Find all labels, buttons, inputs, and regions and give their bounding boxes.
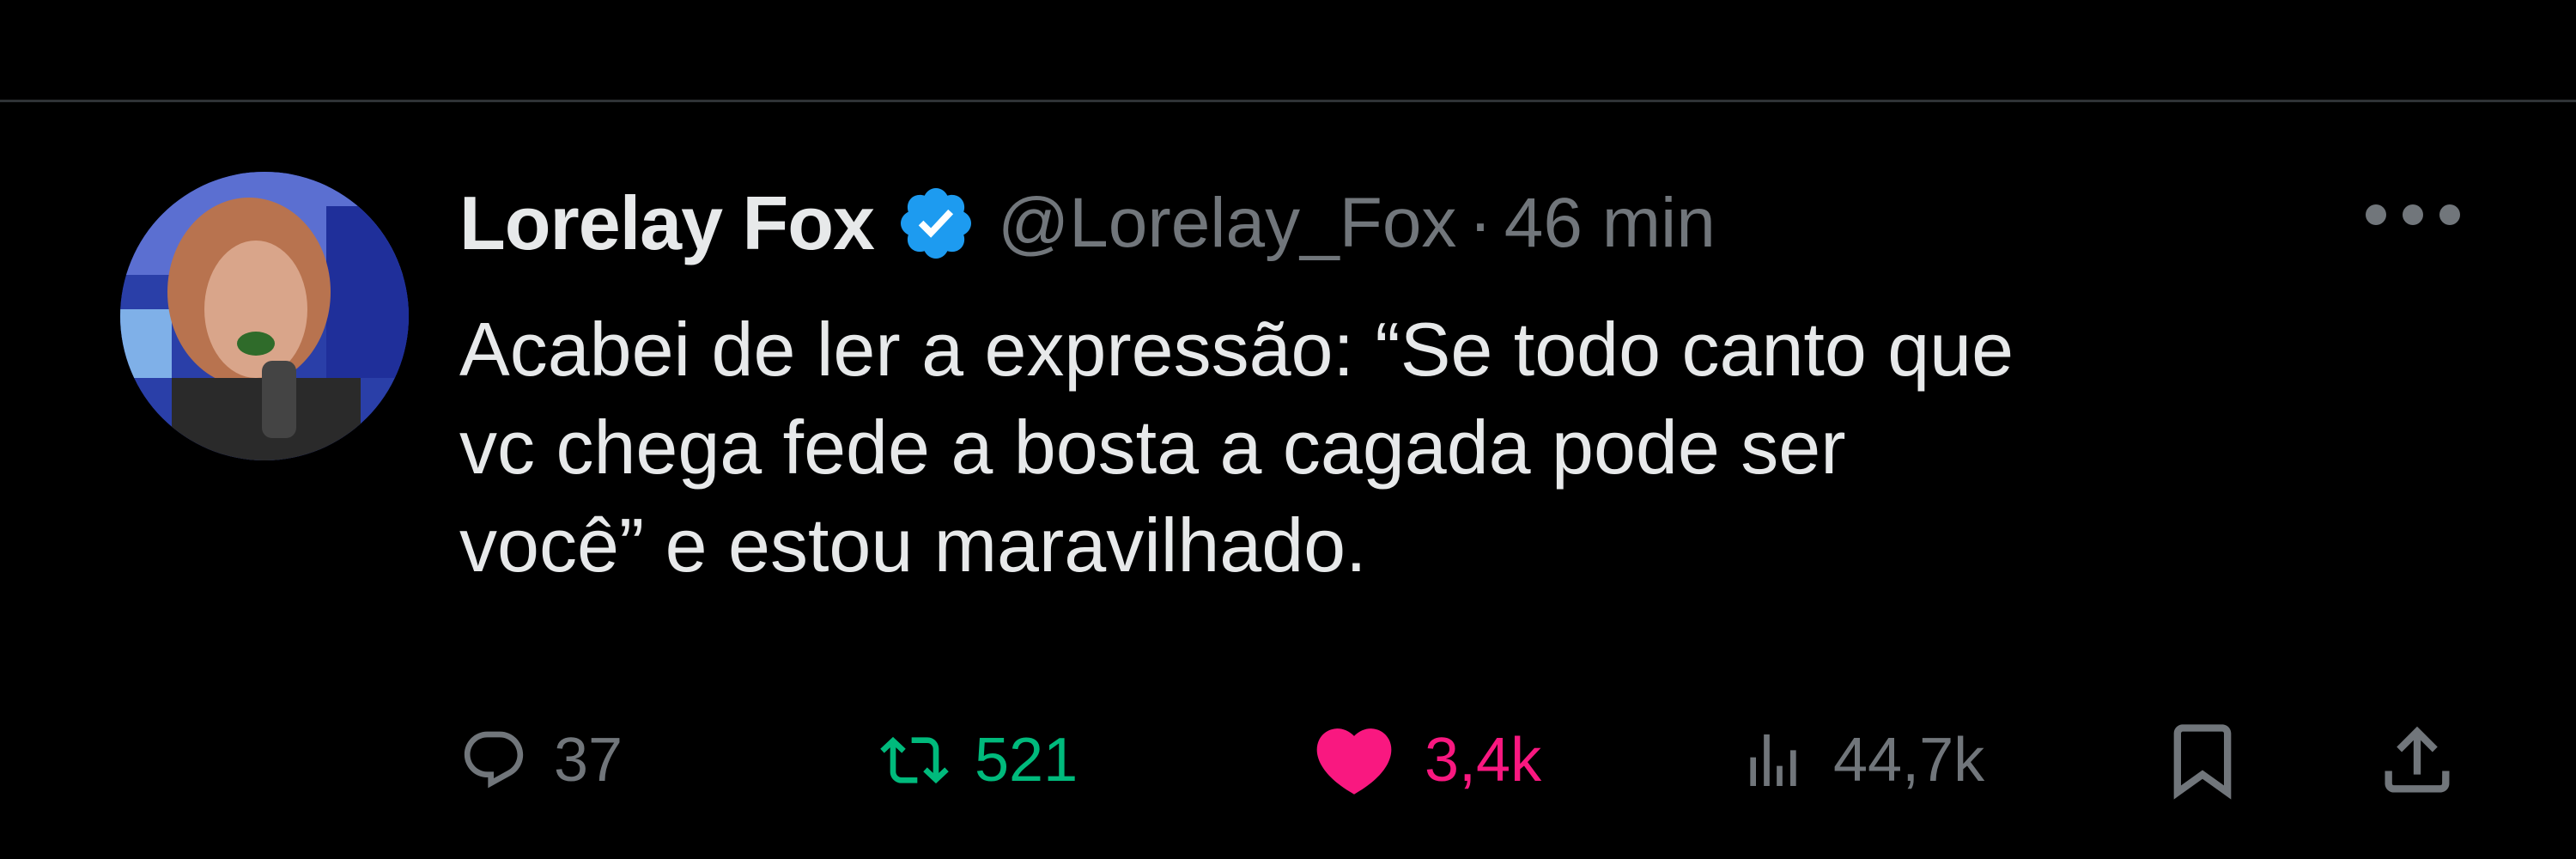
retweet-count: 521: [975, 726, 1078, 795]
author-name[interactable]: Lorelay Fox: [459, 180, 875, 267]
timestamp[interactable]: 46 min: [1504, 183, 1716, 264]
top-bar: [0, 0, 2576, 100]
views-button[interactable]: 44,7k: [1739, 713, 1984, 807]
reply-count: 37: [554, 726, 623, 795]
like-button[interactable]: 3,4k: [1309, 713, 1541, 807]
reply-button[interactable]: 37: [459, 713, 623, 807]
separator-dot: ·: [1468, 184, 1492, 262]
more-dot: [2403, 204, 2423, 225]
tweet-text-line: Acabei de ler a expressão: “Se todo cant…: [459, 307, 2014, 392]
tweet-header: Lorelay Fox @Lorelay_Fox · 46 min: [459, 172, 1716, 275]
more-dot: [2366, 204, 2386, 225]
views-count: 44,7k: [1833, 726, 1985, 795]
analytics-icon: [1750, 734, 1796, 786]
share-button[interactable]: [2374, 713, 2460, 807]
tweet-text-line: vc chega fede a bosta a cagada pode ser: [459, 405, 1846, 490]
retweet-icon: [880, 736, 949, 784]
retweet-button[interactable]: 521: [880, 713, 1078, 807]
bookmark-button[interactable]: [2160, 713, 2245, 807]
tweet-text-line: você” e estou maravilhado.: [459, 503, 1367, 588]
more-options-icon[interactable]: [2366, 198, 2460, 232]
action-bar: 37 521 3,4k 44,7k: [459, 713, 2477, 807]
more-dot: [2439, 204, 2460, 225]
like-count: 3,4k: [1425, 726, 1542, 795]
avatar-image: [120, 172, 409, 460]
avatar[interactable]: [120, 172, 409, 460]
reply-icon: [464, 731, 524, 789]
divider: [0, 100, 2576, 102]
verified-badge-icon: [900, 188, 971, 259]
author-handle[interactable]: @Lorelay_Fox: [998, 183, 1456, 264]
bookmark-icon: [2173, 724, 2232, 800]
heart-icon: [1316, 728, 1392, 795]
tweet-text: Acabei de ler a expressão: “Se todo cant…: [459, 301, 2503, 594]
share-icon: [2385, 726, 2450, 793]
